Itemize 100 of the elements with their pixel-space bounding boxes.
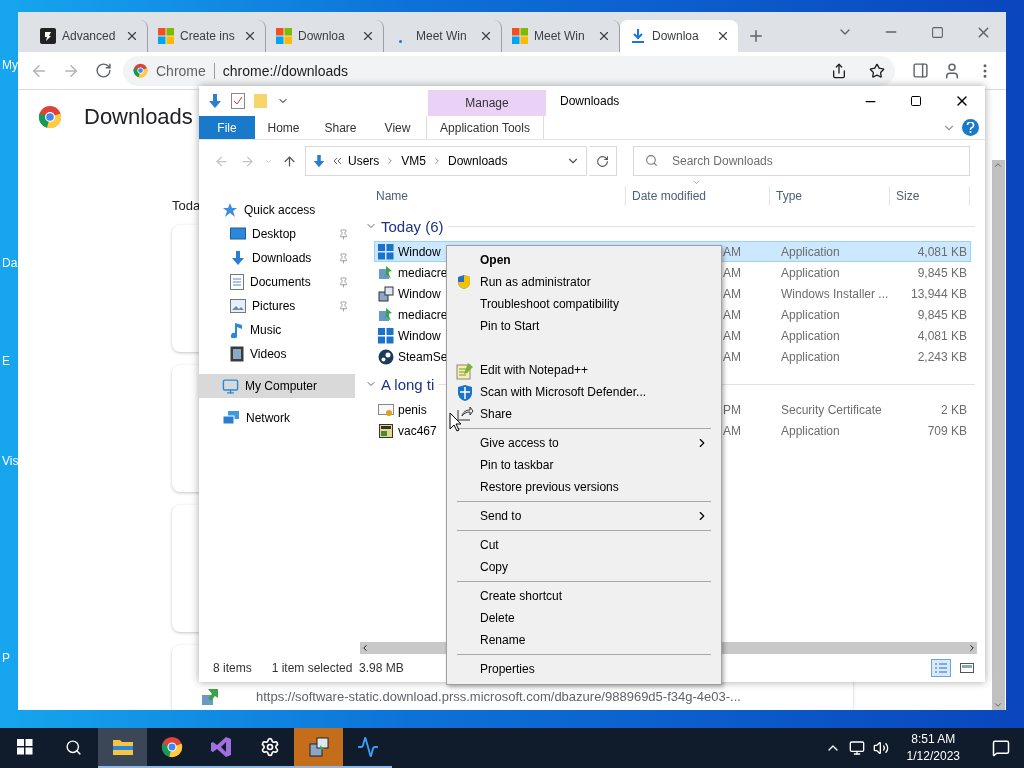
file-name[interactable]: Window <box>398 286 441 301</box>
help-icon[interactable] <box>962 119 979 136</box>
browser-tab[interactable]: Downloa <box>620 20 738 52</box>
clock[interactable]: 8:51 AM 1/12/2023 <box>896 731 970 765</box>
overflow-chevrons-icon[interactable] <box>332 157 342 165</box>
browser-tab[interactable]: Create ins <box>148 20 266 52</box>
volume-icon[interactable] <box>872 740 889 756</box>
menu-item[interactable]: Delete <box>449 607 719 629</box>
ribbon-tab[interactable]: Share <box>312 116 369 139</box>
file-name[interactable]: Window <box>398 244 441 259</box>
browser-tab[interactable]: Meet Win <box>384 20 502 52</box>
browser-tab[interactable]: Meet Win <box>502 20 620 52</box>
menu-item[interactable]: Pin to Start <box>449 315 719 337</box>
date-cell-text: AM <box>722 244 742 259</box>
notifications-icon[interactable] <box>992 739 1010 757</box>
close-icon[interactable] <box>716 29 730 43</box>
up-icon[interactable] <box>281 153 297 169</box>
installer-icon <box>307 736 330 758</box>
column-header[interactable]: Name <box>370 186 626 206</box>
url-text: chrome://downloads <box>222 62 350 79</box>
type-cell-text: Application <box>780 423 841 438</box>
shield-icon <box>456 274 472 290</box>
address-field[interactable]: Users VM5 Downloads <box>305 146 587 176</box>
size-cell-text: 709 KB <box>926 423 967 438</box>
group-header[interactable]: Today (6) <box>381 217 444 235</box>
group-header[interactable]: A long ti <box>381 375 435 393</box>
refresh-button[interactable] <box>589 146 617 176</box>
download-url[interactable]: https://software-static.download.prss.microsoft.com/dbazure/988969d5-f34g-4e03-... <box>256 689 741 704</box>
menu-item[interactable]: Create shortcut <box>449 585 719 607</box>
menu-item[interactable]: Scan with Microsoft Defender... <box>449 381 719 403</box>
scroll-left-icon[interactable] <box>360 643 370 653</box>
menu-item[interactable]: Restore previous versions <box>449 476 719 498</box>
address-bar[interactable]: Chrome chrome://downloads <box>123 55 895 86</box>
close-icon[interactable] <box>361 29 375 43</box>
menu-item[interactable]: Copy <box>449 556 719 578</box>
nav-item[interactable]: Desktop <box>199 222 355 246</box>
network-icon[interactable] <box>848 740 865 756</box>
chrome-logo-icon <box>38 105 62 129</box>
close-icon[interactable] <box>479 29 493 43</box>
reload-icon[interactable] <box>95 62 113 79</box>
refresh-icon[interactable] <box>596 154 609 168</box>
nav-item[interactable]: Quick access <box>199 198 355 222</box>
breadcrumb-item[interactable]: Users <box>348 154 380 168</box>
side-panel-icon[interactable] <box>911 62 929 79</box>
menu-item[interactable]: Run as administrator <box>449 271 719 293</box>
nav-item[interactable]: Network <box>199 406 355 430</box>
file-name[interactable]: SteamSe <box>398 349 448 364</box>
application-icon <box>378 422 394 439</box>
taskbar-app[interactable] <box>98 728 147 768</box>
maximize-icon[interactable] <box>910 95 922 107</box>
file-name[interactable]: mediacre <box>398 265 448 280</box>
nav-item[interactable]: Downloads <box>199 246 355 270</box>
breadcrumb-item[interactable]: Downloads <box>448 154 508 168</box>
file-name[interactable]: vac467 <box>398 423 437 438</box>
bookmark-star-icon[interactable] <box>869 62 885 79</box>
column-header[interactable]: Type <box>770 186 890 206</box>
search-icon <box>645 154 658 167</box>
nav-item[interactable]: Documents <box>199 270 355 294</box>
column-header[interactable]: Date modified <box>626 186 770 206</box>
browser-tab[interactable]: Downloa <box>266 20 384 52</box>
nav-item[interactable]: My Computer <box>199 374 355 398</box>
nav-item[interactable]: Videos <box>199 342 355 366</box>
search-icon[interactable] <box>65 738 82 756</box>
menu-item[interactable]: Troubleshoot compatibility <box>449 293 719 315</box>
ribbon-tab[interactable]: Application Tools <box>426 116 544 139</box>
download-arrow-icon[interactable] <box>207 93 223 109</box>
type-cell-text: Application <box>780 349 841 364</box>
nav-item[interactable]: Music <box>199 318 355 342</box>
start-icon <box>16 739 33 755</box>
properties-icon[interactable] <box>231 93 245 109</box>
ribbon-tab[interactable]: View <box>369 116 426 139</box>
close-icon[interactable] <box>243 29 257 43</box>
browser-tab[interactable]: Advanced <box>30 20 148 52</box>
item-count: 8 items <box>213 661 252 675</box>
search-field[interactable]: Search Downloads <box>633 146 970 176</box>
nav-item[interactable]: Pictures <box>199 294 355 318</box>
installer-icon <box>378 306 394 323</box>
menu-item[interactable]: Send to <box>449 505 719 527</box>
column-header[interactable]: Size <box>890 186 970 206</box>
menu-item[interactable]: Cut <box>449 534 719 556</box>
file-name[interactable]: Window <box>398 328 441 343</box>
certificate-icon <box>378 401 394 418</box>
scroll-right-icon[interactable] <box>967 643 977 653</box>
menu-item[interactable]: Properties <box>449 658 719 680</box>
share-icon[interactable] <box>831 62 847 79</box>
file-name[interactable]: penis <box>398 402 427 417</box>
type-cell-text: Windows Installer ... <box>780 286 890 301</box>
menu-item[interactable]: Open <box>449 249 719 271</box>
new-tab-icon[interactable] <box>747 27 765 45</box>
menu-item[interactable]: Pin to taskbar <box>449 454 719 476</box>
menu-item[interactable]: Edit with Notepad++ <box>449 359 719 381</box>
close-icon[interactable] <box>125 29 139 43</box>
ribbon-tab[interactable]: Home <box>255 116 312 139</box>
file-name[interactable]: mediacre <box>398 307 448 322</box>
ribbon-tab[interactable]: File <box>199 116 255 139</box>
taskbar-app[interactable] <box>294 728 343 768</box>
menu-item[interactable]: Rename <box>449 629 719 651</box>
close-icon[interactable] <box>597 29 611 43</box>
menu-item[interactable]: Give access to <box>449 432 719 454</box>
breadcrumb-item[interactable]: VM5 <box>401 154 427 168</box>
